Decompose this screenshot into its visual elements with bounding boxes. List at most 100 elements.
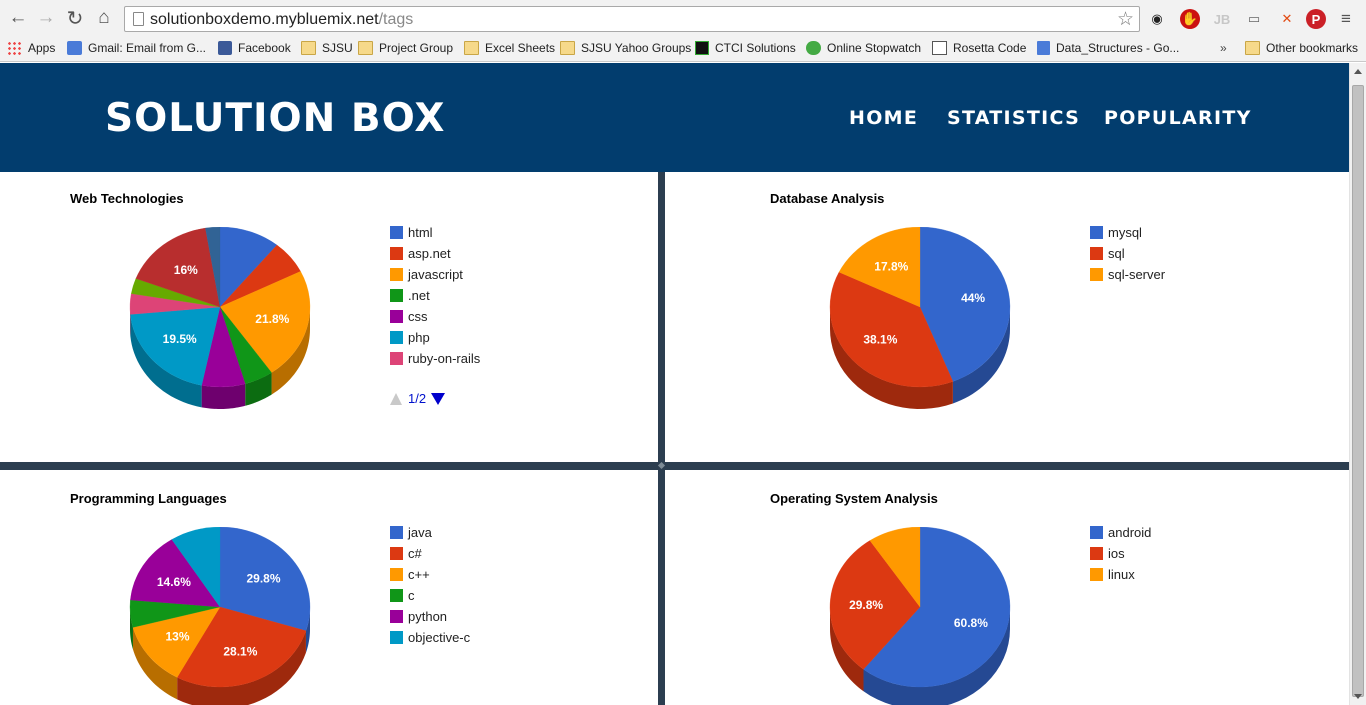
legend-label: linux: [1108, 567, 1135, 582]
bookmark-project-group[interactable]: Project Group: [358, 39, 453, 57]
cast-icon[interactable]: ▭: [1244, 9, 1264, 29]
home-icon[interactable]: ⌂: [93, 7, 115, 29]
bookmark-facebook[interactable]: Facebook: [218, 39, 291, 57]
menu-icon[interactable]: ≡: [1336, 9, 1356, 29]
page-icon: [133, 12, 144, 26]
adblock-extension-icon[interactable]: ✋: [1180, 9, 1200, 29]
legend-swatch: [1090, 568, 1103, 581]
page-scrollbar[interactable]: [1349, 63, 1366, 705]
chart-title: Programming Languages: [70, 491, 227, 506]
legend-item-objective-c[interactable]: objective-c: [390, 627, 470, 648]
site-header: SOLUTION BOX HOME STATISTICS POPULARITY: [0, 63, 1349, 172]
legend-item-ios[interactable]: ios: [1090, 543, 1151, 564]
chart-panel-operating-system-analysis: Operating System Analysis 60.8% 29.8% and…: [665, 470, 1349, 705]
lastfm-extension-icon[interactable]: ✕: [1277, 9, 1297, 29]
bookmark-rosetta-code[interactable]: Rosetta Code: [932, 39, 1026, 57]
legend-item-linux[interactable]: linux: [1090, 564, 1151, 585]
legend-swatch: [1090, 268, 1103, 281]
legend-item--net[interactable]: .net: [390, 285, 480, 306]
pie-label-python: 14.6%: [157, 575, 191, 589]
jb-extension-icon[interactable]: JB: [1212, 9, 1232, 29]
legend-item-c-[interactable]: c++: [390, 564, 470, 585]
legend-swatch: [390, 289, 403, 302]
scroll-up-icon[interactable]: [1354, 69, 1362, 74]
pie-chart-database-analysis[interactable]: 44% 38.1% 17.8%: [820, 227, 1020, 412]
legend-label: ruby-on-rails: [408, 351, 481, 366]
pie-chart-programming-languages[interactable]: 29.8% 28.1% 13% 14.6%: [120, 527, 320, 705]
back-icon[interactable]: ←: [7, 7, 29, 29]
legend-label: sql: [1108, 246, 1125, 261]
bookmark-data-structures[interactable]: Data_Structures - Go...: [1037, 39, 1179, 57]
pie-chart-operating-system-analysis[interactable]: 60.8% 29.8%: [820, 527, 1020, 705]
legend-item-sql-server[interactable]: sql-server: [1090, 264, 1165, 285]
folder-icon: [358, 41, 373, 55]
pager-next-icon[interactable]: [431, 392, 446, 405]
legend-label: ios: [1108, 546, 1125, 561]
doc-icon: [1037, 41, 1050, 55]
scroll-thumb[interactable]: [1352, 85, 1364, 697]
legend-item-mysql[interactable]: mysql: [1090, 222, 1165, 243]
nav-statistics[interactable]: STATISTICS: [947, 107, 1080, 129]
other-bookmarks[interactable]: Other bookmarks: [1245, 39, 1358, 57]
reload-icon[interactable]: ↻: [64, 7, 86, 30]
pie-label-ios: 29.8%: [849, 598, 883, 612]
legend-item-asp-net[interactable]: asp.net: [390, 243, 480, 264]
bookmark-star-icon[interactable]: ☆: [1117, 8, 1134, 31]
legend-swatch: [390, 589, 403, 602]
legend-label: c: [408, 588, 415, 603]
legend-item-javascript[interactable]: javascript: [390, 264, 480, 285]
incognito-extension-icon[interactable]: ◉: [1147, 9, 1167, 29]
pie-label-javascript: 21.8%: [255, 312, 289, 326]
legend-item-java[interactable]: java: [390, 522, 470, 543]
legend-swatch: [1090, 526, 1103, 539]
pie-label-java: 29.8%: [246, 572, 280, 586]
bookmark-sjsu-yahoo-groups[interactable]: SJSU Yahoo Groups: [560, 39, 691, 57]
legend-item-php[interactable]: php: [390, 327, 480, 348]
legend-item-android[interactable]: android: [1090, 522, 1151, 543]
pie-chart-web-technologies[interactable]: 21.8% 19.5% 16%: [120, 227, 320, 412]
pie-side-css: [201, 383, 246, 409]
pie-label-sql-server: 17.8%: [874, 259, 908, 273]
legend-label: asp.net: [408, 246, 451, 261]
bookmark-apps[interactable]: Apps: [7, 39, 55, 57]
legend-item-html[interactable]: html: [390, 222, 480, 243]
legend-swatch: [390, 526, 403, 539]
site-logo[interactable]: SOLUTION BOX: [105, 96, 445, 141]
bookmarks-overflow-button[interactable]: »: [1220, 39, 1227, 57]
nav-popularity[interactable]: POPULARITY: [1104, 107, 1252, 129]
legend-item-python[interactable]: python: [390, 606, 470, 627]
legend-swatch: [390, 568, 403, 581]
bookmark-online-stopwatch[interactable]: Online Stopwatch: [806, 39, 921, 57]
legend-swatch: [390, 268, 403, 281]
legend-swatch: [390, 310, 403, 323]
nav-home[interactable]: HOME: [849, 107, 918, 129]
legend-item-ruby-on-rails[interactable]: ruby-on-rails: [390, 348, 480, 369]
pie-label-sql: 38.1%: [863, 333, 897, 347]
bookmark-ctci-solutions[interactable]: CTCI Solutions: [695, 39, 796, 57]
legend-label: .net: [408, 288, 430, 303]
pie-label-php: 19.5%: [163, 332, 197, 346]
pinterest-icon[interactable]: P: [1306, 9, 1326, 29]
chart-panel-web-technologies: Web Technologies 21.8% 19.5% 16% html asp.n…: [0, 172, 658, 462]
legend-label: php: [408, 330, 430, 345]
legend-label: html: [408, 225, 433, 240]
legend-label: c#: [408, 546, 422, 561]
legend-pager: 1/2: [390, 391, 446, 406]
legend-label: mysql: [1108, 225, 1142, 240]
forward-icon[interactable]: →: [35, 7, 57, 29]
scroll-down-icon[interactable]: [1354, 694, 1362, 699]
legend-item-sql[interactable]: sql: [1090, 243, 1165, 264]
chart-panel-database-analysis: Database Analysis 44% 38.1% 17.8% mysql sql…: [665, 172, 1349, 462]
legend-item-c-[interactable]: c#: [390, 543, 470, 564]
bookmark-sjsu[interactable]: SJSU: [301, 39, 353, 57]
bookmark-excel-sheets[interactable]: Excel Sheets: [464, 39, 555, 57]
bookmarks-bar: Apps Gmail: Email from G... Facebook SJS…: [0, 37, 1366, 60]
legend-item-css[interactable]: css: [390, 306, 480, 327]
address-bar[interactable]: solutionboxdemo.mybluemix.net/tags ☆: [124, 6, 1140, 32]
vertical-divider: [658, 172, 665, 705]
legend-label: javascript: [408, 267, 463, 282]
bookmark-gmail[interactable]: Gmail: Email from G...: [67, 39, 206, 57]
legend-label: c++: [408, 567, 430, 582]
legend-swatch: [1090, 226, 1103, 239]
legend-item-c[interactable]: c: [390, 585, 470, 606]
